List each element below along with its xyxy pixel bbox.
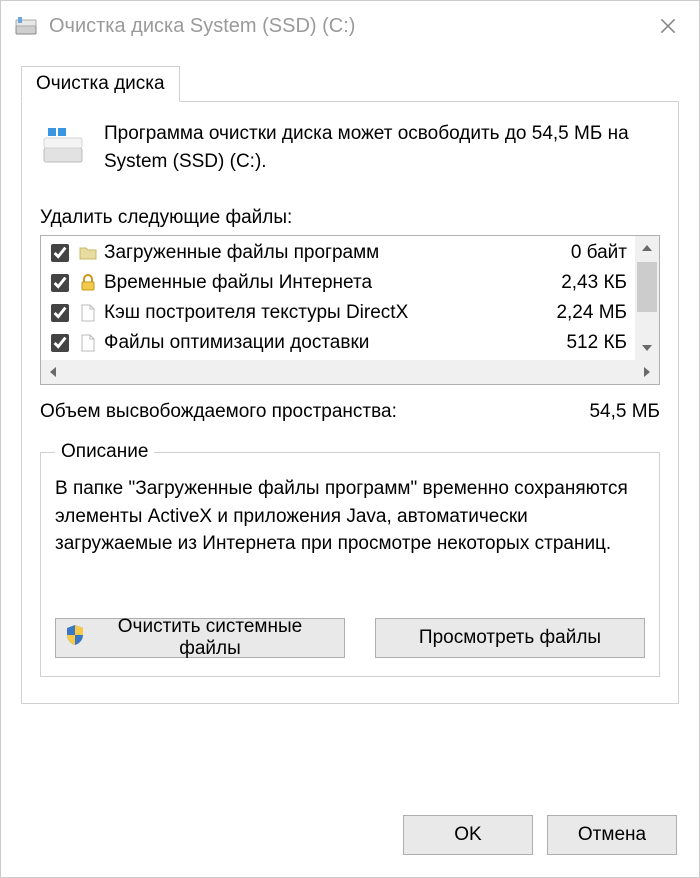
folder-icon bbox=[78, 243, 98, 263]
file-checkbox[interactable] bbox=[51, 334, 69, 352]
chevron-right-icon bbox=[644, 367, 650, 377]
list-item[interactable]: Загруженные файлы программ 0 байт bbox=[41, 238, 635, 268]
file-icon bbox=[78, 303, 98, 323]
view-files-button[interactable]: Просмотреть файлы bbox=[375, 618, 645, 658]
intro: Программа очистки диска может освободить… bbox=[40, 120, 660, 175]
cancel-button[interactable]: Отмена bbox=[547, 815, 677, 855]
ok-button[interactable]: OK bbox=[403, 815, 533, 855]
file-name: Загруженные файлы программ bbox=[104, 242, 521, 264]
scroll-thumb[interactable] bbox=[637, 262, 657, 312]
titlebar: Очистка диска System (SSD) (C:) bbox=[1, 1, 699, 51]
file-name: Файлы оптимизации доставки bbox=[104, 332, 521, 354]
dialog-window: Очистка диска System (SSD) (C:) Очистка … bbox=[0, 0, 700, 878]
shield-icon bbox=[66, 625, 84, 651]
clean-system-files-button[interactable]: Очистить системные файлы bbox=[55, 618, 345, 658]
chevron-up-icon bbox=[642, 245, 652, 251]
file-size: 2,43 КБ bbox=[527, 272, 635, 294]
tab-disk-cleanup[interactable]: Очистка диска bbox=[21, 66, 180, 102]
file-checkbox[interactable] bbox=[51, 304, 69, 322]
list-item[interactable]: Кэш построителя текстуры DirectX 2,24 МБ bbox=[41, 298, 635, 328]
file-size: 2,24 МБ bbox=[527, 302, 635, 324]
tab-strip: Очистка диска bbox=[21, 66, 679, 102]
intro-text: Программа очистки диска может освободить… bbox=[104, 120, 660, 175]
file-checkbox[interactable] bbox=[51, 274, 69, 292]
description-legend: Описание bbox=[55, 441, 154, 463]
scroll-up-arrow[interactable] bbox=[635, 236, 659, 260]
dialog-body: Очистка диска Программа очистки диска мо… bbox=[1, 51, 699, 801]
file-size: 0 байт bbox=[527, 242, 635, 264]
window-title: Очистка диска System (SSD) (C:) bbox=[49, 15, 645, 38]
horizontal-scrollbar[interactable] bbox=[41, 360, 659, 384]
close-button[interactable] bbox=[645, 6, 691, 46]
chevron-down-icon bbox=[642, 345, 652, 351]
close-icon bbox=[660, 18, 676, 34]
scroll-right-arrow[interactable] bbox=[635, 360, 659, 384]
file-size: 512 КБ bbox=[527, 332, 635, 354]
drive-icon bbox=[40, 122, 86, 168]
freed-space-label: Объем высвобождаемого пространства: bbox=[40, 401, 397, 423]
scroll-down-arrow[interactable] bbox=[635, 336, 659, 360]
scroll-left-arrow[interactable] bbox=[41, 360, 65, 384]
list-item[interactable]: Временные файлы Интернета 2,43 КБ bbox=[41, 268, 635, 298]
view-files-label: Просмотреть файлы bbox=[419, 627, 601, 649]
description-group: Описание В папке "Загруженные файлы прог… bbox=[40, 441, 660, 677]
description-text: В папке "Загруженные файлы программ" вре… bbox=[55, 475, 645, 558]
file-name: Временные файлы Интернета bbox=[104, 272, 521, 294]
tab-content: Программа очистки диска может освободить… bbox=[21, 101, 679, 704]
ok-label: OK bbox=[454, 824, 481, 846]
list-item[interactable]: Файлы оптимизации доставки 512 КБ bbox=[41, 328, 635, 358]
file-icon bbox=[78, 333, 98, 353]
drive-cleanup-icon bbox=[13, 13, 39, 39]
freed-space-row: Объем высвобождаемого пространства: 54,5… bbox=[40, 401, 660, 423]
cancel-label: Отмена bbox=[578, 824, 646, 846]
lock-icon bbox=[78, 273, 98, 293]
file-list-box: Загруженные файлы программ 0 байт Времен… bbox=[40, 235, 660, 385]
chevron-left-icon bbox=[50, 367, 56, 377]
file-list[interactable]: Загруженные файлы программ 0 байт Времен… bbox=[41, 236, 635, 360]
clean-system-files-label: Очистить системные файлы bbox=[90, 616, 330, 660]
file-name: Кэш построителя текстуры DirectX bbox=[104, 302, 521, 324]
freed-space-value: 54,5 МБ bbox=[589, 401, 660, 423]
delete-files-label: Удалить следующие файлы: bbox=[40, 207, 660, 229]
file-checkbox[interactable] bbox=[51, 244, 69, 262]
dialog-footer: OK Отмена bbox=[1, 801, 699, 877]
vertical-scrollbar[interactable] bbox=[635, 236, 659, 360]
